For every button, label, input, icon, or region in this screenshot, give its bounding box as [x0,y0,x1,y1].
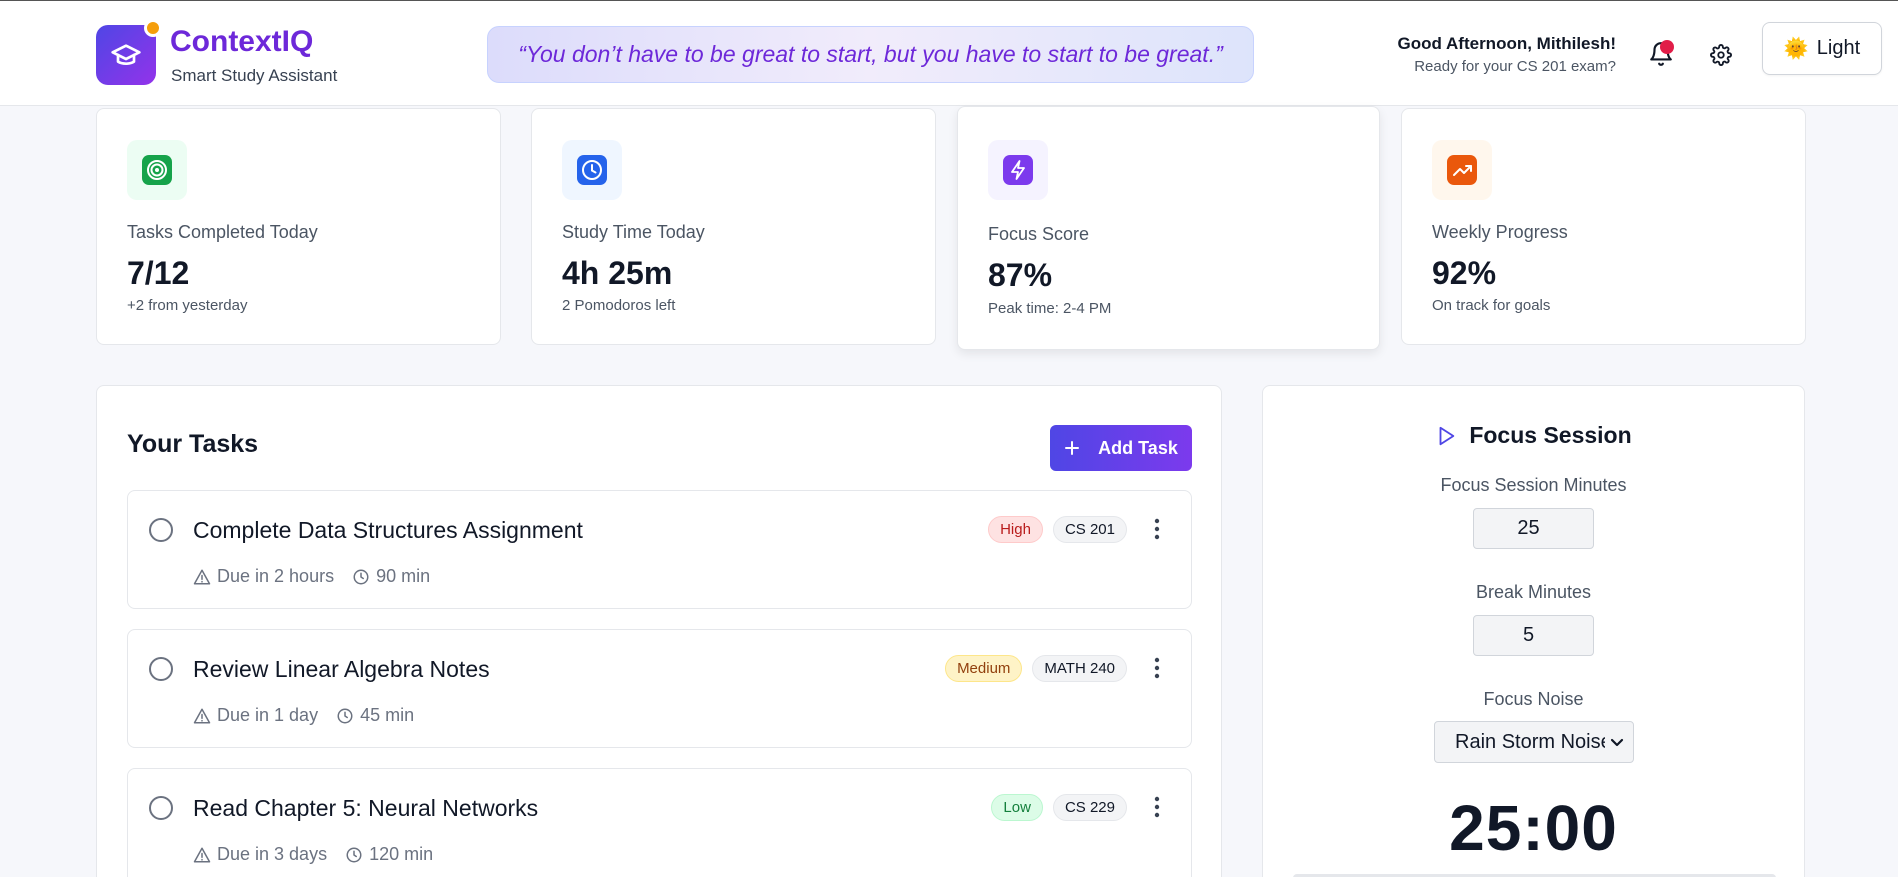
add-task-button[interactable]: Add Task [1050,425,1192,471]
task-item[interactable]: Review Linear Algebra Notes Medium MATH … [127,629,1192,748]
brand-subtitle: Smart Study Assistant [171,66,338,85]
target-icon [142,155,172,185]
break-minutes-label: Break Minutes [1475,582,1592,602]
focus-noise-label: Focus Noise [1483,689,1584,709]
stat-note: 2 Pomodoros left [562,297,676,314]
stat-note: Peak time: 2-4 PM [988,300,1112,317]
focus-session-panel: Focus Session Focus Session Minutes Brea… [1262,385,1805,877]
task-duration-text: 90 min [376,566,431,586]
break-minutes-input[interactable] [1473,615,1594,656]
task-badges: High CS 201 [988,516,1127,543]
task-item[interactable]: Complete Data Structures Assignment High… [127,490,1192,609]
notification-badge [1660,40,1674,54]
course-badge: CS 201 [1052,516,1127,543]
task-checkbox[interactable] [149,657,173,681]
task-due: Due in 1 day [193,705,318,726]
stat-icon-wrap [562,140,622,200]
greeting-subtext: Ready for your CS 201 exam? [1414,58,1616,75]
user-greeting: Good Afternoon, Mithilesh! Ready for you… [1398,34,1616,75]
focus-session-title: Focus Session [1469,422,1632,448]
task-checkbox[interactable] [149,518,173,542]
task-due-text: Due in 3 days [217,844,328,864]
stat-card-study-time: Study Time Today 4h 25m 2 Pomodoros left [531,108,936,345]
task-meta: Due in 2 hours 90 min [193,566,448,587]
warning-triangle-icon [193,847,211,862]
play-icon[interactable] [1435,425,1457,447]
task-meta: Due in 3 days 120 min [193,844,451,865]
task-duration: 90 min [352,566,430,587]
focus-minutes-label: Focus Session Minutes [1440,475,1627,495]
stat-value: 92% [1432,255,1497,291]
plus-icon [1065,441,1080,455]
chevron-down-icon [1610,738,1624,747]
theme-toggle-label: Light [1816,37,1861,59]
stat-note: On track for goals [1432,297,1551,314]
stat-value: 4h 25m [562,255,673,291]
trending-up-icon [1447,155,1477,185]
more-options-icon[interactable] [1153,795,1161,819]
stat-label: Study Time Today [562,222,705,242]
stat-label: Focus Score [988,224,1090,244]
more-options-icon[interactable] [1153,656,1161,680]
focus-minutes-input[interactable] [1473,508,1594,549]
lightning-icon [1003,155,1033,185]
clock-icon [577,155,607,185]
stat-value: 87% [988,257,1053,293]
task-badges: Low CS 229 [991,794,1127,821]
stat-value: 7/12 [127,255,190,291]
gear-icon[interactable] [1710,44,1732,66]
motivational-quote: “You don’t have to be great to start, bu… [487,26,1254,83]
focus-noise-value: Rain Storm Noise [1455,730,1605,753]
more-options-icon[interactable] [1153,517,1161,541]
tasks-title: Your Tasks [127,430,259,458]
course-badge: MATH 240 [1032,655,1127,682]
stat-icon-wrap [1432,140,1492,200]
sun-icon: 🌞 [1783,38,1809,60]
stat-card-weekly-progress: Weekly Progress 92% On track for goals [1401,108,1806,345]
stat-label: Weekly Progress [1432,222,1568,242]
task-checkbox[interactable] [149,796,173,820]
task-due: Due in 3 days [193,844,327,865]
brand-name: ContextIQ [170,25,314,58]
app-logo[interactable] [96,19,162,85]
focus-timer: 25:00 [1449,792,1618,864]
task-due: Due in 2 hours [193,566,334,587]
stat-icon-wrap [988,140,1048,200]
stat-note: +2 from yesterday [127,297,248,314]
clock-icon [353,569,369,584]
warning-triangle-icon [193,569,211,584]
priority-badge: High [988,516,1043,543]
graduation-cap-icon [111,44,141,65]
theme-toggle-button[interactable]: 🌞 Light [1762,22,1882,75]
focus-noise-select[interactable]: Rain Storm Noise [1434,721,1634,763]
clock-icon [346,847,362,862]
stat-label: Tasks Completed Today [127,222,318,242]
task-duration-text: 120 min [369,844,434,864]
task-duration-text: 45 min [360,705,415,725]
stat-icon-wrap [127,140,187,200]
app-header: ContextIQ Smart Study Assistant “You don… [0,0,1898,106]
task-duration: 45 min [336,705,414,726]
task-due-text: Due in 1 day [217,705,319,725]
stat-card-tasks-completed: Tasks Completed Today 7/12 +2 from yeste… [96,108,501,345]
task-badges: Medium MATH 240 [945,655,1127,682]
logo-status-dot [144,19,162,37]
focus-session-header: Focus Session [1263,422,1804,449]
warning-triangle-icon [193,708,211,723]
task-title: Complete Data Structures Assignment [193,517,583,543]
task-due-text: Due in 2 hours [217,566,335,586]
add-task-label: Add Task [1098,437,1178,458]
task-duration: 120 min [345,844,433,865]
task-title: Review Linear Algebra Notes [193,656,490,682]
task-title: Read Chapter 5: Neural Networks [193,795,539,821]
task-meta: Due in 1 day 45 min [193,705,432,726]
priority-badge: Low [991,794,1043,821]
priority-badge: Medium [945,655,1023,682]
stat-card-focus-score: Focus Score 87% Peak time: 2-4 PM [957,106,1380,350]
greeting-text: Good Afternoon, Mithilesh! [1397,34,1616,53]
tasks-panel: Your Tasks Add Task Complete Data Struct… [96,385,1222,877]
clock-icon [337,708,353,723]
course-badge: CS 229 [1052,794,1127,821]
task-item[interactable]: Read Chapter 5: Neural Networks Low CS 2… [127,768,1192,877]
